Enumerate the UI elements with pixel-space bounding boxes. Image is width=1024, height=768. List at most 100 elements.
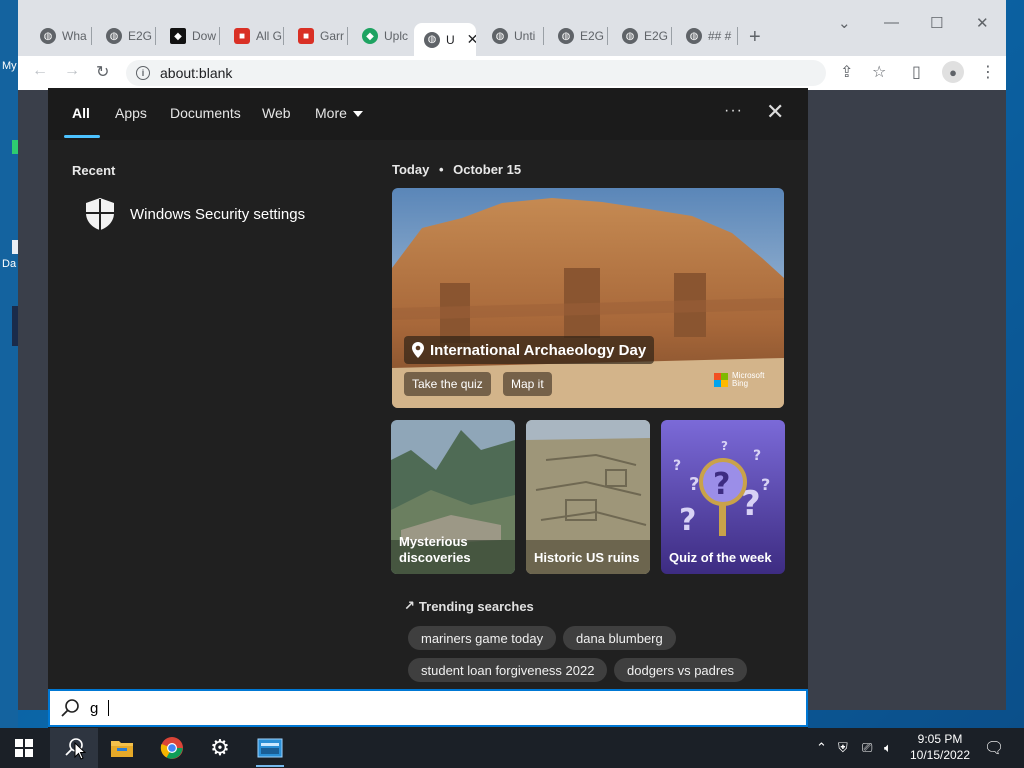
tab-label: U	[446, 32, 455, 47]
back-icon[interactable]: ←	[32, 62, 48, 80]
running-indicator	[256, 765, 284, 767]
tab-label: E2G	[644, 29, 669, 43]
upload-site-icon: ◆	[362, 28, 378, 44]
active-tab-indicator	[64, 135, 100, 138]
notification-icon[interactable]: 🗨︎	[984, 738, 1004, 758]
search-panel: All Apps Documents Web More ··· ✕ Recent…	[48, 88, 808, 728]
tab-apps[interactable]: Apps	[115, 105, 147, 121]
desktop-edge	[0, 0, 18, 728]
card-label: Mysterious discoveries	[399, 534, 471, 565]
clock[interactable]: 9:05 PM 10/15/2022	[904, 731, 976, 763]
today-label: Today	[392, 162, 430, 177]
tab-label: E2G	[580, 29, 605, 43]
browser-tab[interactable]: ◍ E2G	[92, 23, 156, 49]
app-window-icon	[257, 738, 283, 758]
security-tray-icon[interactable]: ⛨	[838, 740, 848, 756]
address-text[interactable]: about:blank	[160, 65, 232, 81]
network-icon[interactable]: ⎚	[862, 740, 872, 756]
take-quiz-button[interactable]: Take the quiz	[404, 372, 491, 396]
chrome-taskbar-button[interactable]	[148, 728, 196, 768]
forward-icon[interactable]: →	[64, 62, 80, 80]
card-historic-us-ruins[interactable]: Historic US ruins	[526, 420, 650, 574]
minimize-button[interactable]: —	[884, 14, 899, 31]
tab-search-icon[interactable]: ⌄	[838, 14, 851, 32]
bookmark-star-icon[interactable]: ☆	[872, 62, 886, 82]
search-icon	[61, 699, 79, 717]
trending-chip[interactable]: dana blumberg	[563, 626, 676, 650]
tab-more-label: More	[315, 105, 347, 121]
trending-chip[interactable]: mariners game today	[408, 626, 557, 650]
browser-tab[interactable]: ◆ Uplc	[348, 23, 412, 49]
tab-documents[interactable]: Documents	[170, 105, 241, 121]
browser-tab[interactable]: ■ All G	[220, 23, 284, 49]
recent-item-windows-security[interactable]: Windows Security settings	[84, 194, 305, 234]
reload-icon[interactable]: ↻	[96, 62, 109, 82]
today-date: October 15	[453, 162, 522, 177]
browser-tab[interactable]: ■ Garr	[284, 23, 348, 49]
tab-label: Dow	[192, 29, 217, 43]
lock-icon: ■	[298, 28, 314, 44]
browser-tab-active[interactable]: ◍ U ✕	[414, 23, 476, 56]
card-label: Quiz of the week	[669, 550, 772, 565]
card-quiz-of-the-week[interactable]: ? ? ? ? ? ? ? ? Quiz of the week	[661, 420, 785, 574]
clock-date: 10/15/2022	[909, 748, 971, 762]
card-mysterious-discoveries[interactable]: Mysterious discoveries	[391, 420, 515, 574]
address-bar[interactable]: i about:blank	[126, 60, 826, 86]
search-input[interactable]: g	[90, 700, 98, 717]
svg-text:?: ?	[761, 475, 770, 494]
maximize-button[interactable]: ☐	[930, 14, 943, 32]
tab-more[interactable]: More	[315, 105, 363, 121]
chevron-up-icon[interactable]: ⌃	[816, 740, 827, 756]
close-panel-button[interactable]: ✕	[766, 99, 784, 125]
chevron-down-icon	[352, 111, 363, 118]
settings-taskbar-button[interactable]: ⚙	[196, 728, 244, 768]
chrome-icon	[160, 737, 183, 759]
globe-icon: ◍	[686, 28, 702, 44]
browser-tab[interactable]: ◍ E2G	[608, 23, 672, 49]
browser-tab[interactable]: ◍ E2G	[544, 23, 608, 49]
volume-icon[interactable]: 🔈︎	[884, 740, 892, 756]
microsoft-logo-icon	[714, 373, 728, 387]
trending-chip[interactable]: dodgers vs padres	[614, 658, 747, 682]
search-box[interactable]: g	[48, 689, 808, 727]
globe-icon: ◍	[106, 28, 122, 44]
browser-tab[interactable]: ◍ Unti	[478, 23, 544, 49]
taskbar-search-button[interactable]	[50, 728, 98, 768]
svg-text:?: ?	[689, 474, 699, 495]
trending-chip[interactable]: student loan forgiveness 2022	[408, 658, 608, 682]
tab-label: Garr	[320, 29, 344, 43]
more-options-button[interactable]: ···	[724, 102, 743, 120]
clock-time: 9:05 PM	[917, 732, 963, 746]
recent-heading: Recent	[72, 163, 116, 178]
browser-tab[interactable]: ◍ Wha	[26, 23, 92, 49]
svg-text:?: ?	[673, 458, 681, 474]
menu-kebab-icon[interactable]: ⋮	[980, 62, 996, 82]
profile-avatar-icon[interactable]: ●	[942, 61, 964, 83]
svg-text:?: ?	[713, 467, 730, 502]
file-explorer-button[interactable]	[98, 728, 146, 768]
hero-title[interactable]: International Archaeology Day	[404, 336, 655, 364]
browser-tab[interactable]: ◆ Dow	[156, 23, 220, 49]
recent-item-label: Windows Security settings	[130, 205, 306, 223]
hero-card[interactable]: International Archaeology Day Take the q…	[392, 188, 784, 408]
tab-web[interactable]: Web	[262, 105, 291, 121]
app-taskbar-button[interactable]	[246, 728, 294, 768]
shield-icon	[86, 198, 114, 230]
share-icon[interactable]: ⇪	[840, 62, 853, 82]
tab-label: E2G	[128, 29, 153, 43]
map-it-button[interactable]: Map it	[503, 372, 552, 396]
tab-close-icon[interactable]: ✕	[467, 31, 476, 48]
browser-tab[interactable]: ◍ ## #	[672, 23, 738, 49]
desktop-icon-label[interactable]: Da	[2, 258, 16, 270]
globe-icon: ◍	[558, 28, 574, 44]
lock-icon: ■	[234, 28, 250, 44]
today-heading: Today • October 15	[392, 162, 521, 177]
download-site-icon: ◆	[170, 28, 186, 44]
tab-all[interactable]: All	[72, 105, 90, 121]
close-window-button[interactable]: ✕	[976, 14, 989, 32]
desktop-icon-label[interactable]: My	[2, 60, 17, 72]
start-button[interactable]	[0, 728, 48, 768]
new-tab-button[interactable]: +	[749, 26, 761, 49]
side-panel-icon[interactable]: ▯	[912, 62, 921, 82]
info-icon[interactable]: i	[136, 66, 150, 80]
